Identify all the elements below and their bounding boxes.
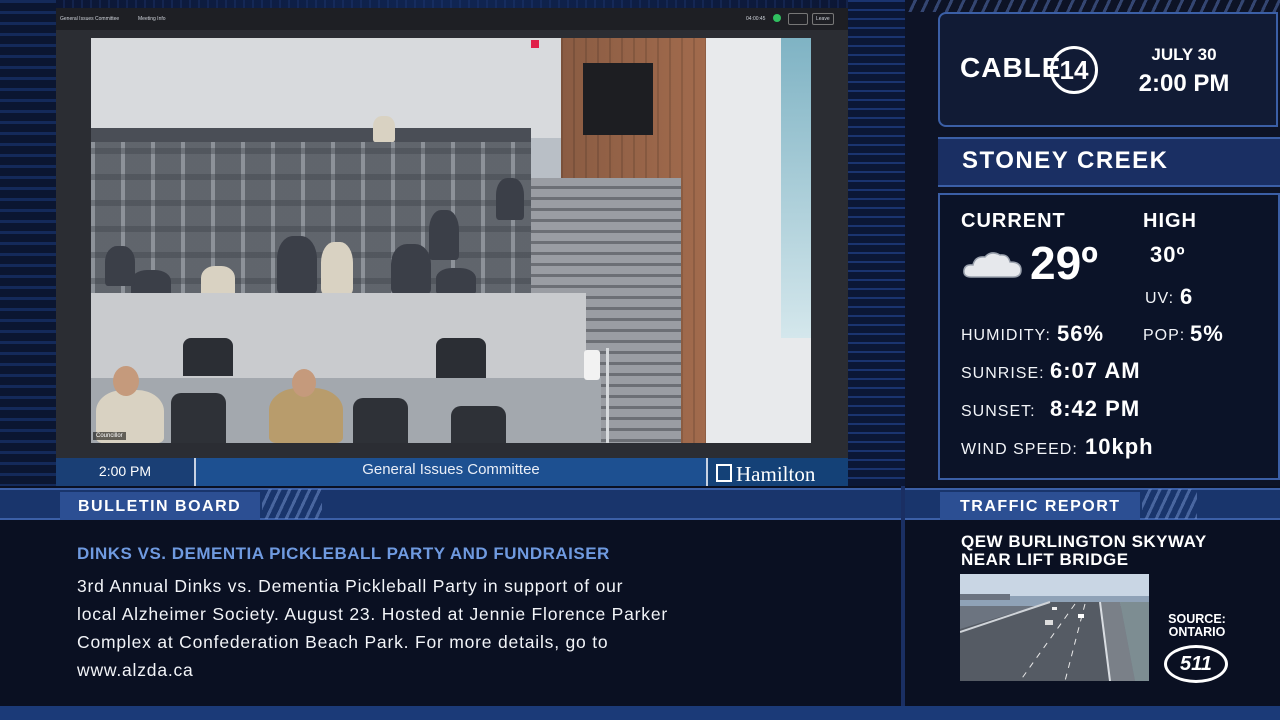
- current-label: CURRENT: [961, 210, 1066, 232]
- pop-label: POP:: [1143, 327, 1186, 344]
- lower-third-time: 2:00 PM: [56, 458, 196, 486]
- sunrise-value: 6:07 AM: [1050, 358, 1141, 383]
- traffic-source: SOURCE: ONTARIO: [1158, 613, 1236, 639]
- empty-chair: [183, 338, 233, 376]
- high-label: HIGH: [1143, 210, 1197, 232]
- highway-camera-view: [960, 574, 1149, 681]
- traffic-location-line2: NEAR LIFT BRIDGE: [961, 550, 1129, 569]
- projection-screen: [781, 38, 811, 338]
- bottom-divider: [901, 486, 905, 720]
- council-desk: [91, 378, 601, 443]
- right-decor-strip: [848, 0, 905, 486]
- council-chamber-video: Councillor: [91, 38, 811, 443]
- audience-member: [105, 246, 135, 286]
- status-dot-icon: [773, 14, 781, 22]
- channel-number: 14: [1050, 46, 1098, 94]
- meeting-info-link[interactable]: Meeting Info: [138, 16, 166, 22]
- traffic-slashes: [1142, 489, 1197, 519]
- sunset-value: 8:42 PM: [1050, 396, 1141, 421]
- sanitizer-dispenser: [584, 350, 600, 380]
- nameplate: Councillor: [93, 432, 126, 440]
- bottom-strip: [0, 706, 1280, 720]
- cloud-icon: [963, 252, 1022, 278]
- wind-value: 10kph: [1085, 434, 1154, 459]
- uv-value: 6: [1180, 284, 1194, 309]
- councillor-head: [292, 369, 316, 397]
- hamilton-crest-icon: [716, 464, 732, 482]
- wind-label: WIND SPEED:: [961, 441, 1078, 458]
- header-time: 2:00 PM: [1138, 70, 1230, 97]
- traffic-label: TRAFFIC REPORT: [960, 498, 1121, 515]
- sunrise-label: SUNRISE:: [961, 365, 1045, 382]
- audience-member: [391, 244, 431, 294]
- pop-value: 5%: [1190, 321, 1224, 346]
- councillor-head: [113, 366, 139, 396]
- ontario-511-logo: 511: [1164, 645, 1228, 683]
- meeting-window-title: General Issues Committee: [60, 16, 120, 22]
- bulletin-line: 3rd Annual Dinks vs. Dementia Pickleball…: [77, 576, 624, 596]
- right-panel-slashes: [905, 0, 1280, 12]
- weather-city: STONEY CREEK: [962, 147, 1169, 174]
- meeting-lower-third: 2:00 PM General Issues Committee Hamilto…: [56, 458, 848, 486]
- dais-wall: [91, 293, 586, 388]
- wall-tv: [583, 63, 653, 135]
- meeting-toolbar: General Issues Committee Meeting Info 04…: [56, 8, 848, 30]
- sunset-label: SUNSET:: [961, 403, 1036, 420]
- bulletin-title: DINKS VS. DEMENTIA PICKLEBALL PARTY AND …: [77, 544, 610, 563]
- bulletin-slashes: [262, 489, 322, 519]
- audience-member: [436, 268, 476, 294]
- audience-member: [201, 266, 235, 296]
- high-temp: 30º: [1150, 242, 1186, 267]
- cable-brand: CABLE: [960, 52, 1062, 83]
- empty-chair: [436, 338, 486, 380]
- bulletin-line: www.alzda.ca: [77, 660, 194, 680]
- empty-chair: [451, 406, 506, 443]
- audience-member: [496, 178, 524, 220]
- traffic-camera-image: [960, 574, 1149, 681]
- view-toggle-button[interactable]: [788, 13, 808, 25]
- bulletin-label: BULLETIN BOARD: [78, 498, 242, 515]
- meeting-clock: 04:00:45: [746, 16, 766, 22]
- audience-member: [429, 210, 459, 260]
- humidity-value: 56%: [1057, 321, 1105, 346]
- leave-button[interactable]: Leave: [812, 13, 834, 25]
- bulletin-text: 3rd Annual Dinks vs. Dementia Pickleball…: [77, 572, 837, 684]
- exit-light-icon: [531, 40, 539, 48]
- audience-member: [373, 116, 395, 142]
- hamilton-logo-text: Hamilton: [736, 462, 816, 486]
- hamilton-logo: Hamilton: [706, 458, 848, 486]
- back-wall: [91, 38, 561, 138]
- current-temp: 29º: [1030, 237, 1098, 289]
- source-name: ONTARIO: [1168, 625, 1226, 639]
- uv-label: UV:: [1145, 290, 1175, 307]
- bulletin-line: Complex at Confederation Beach Park. For…: [77, 632, 609, 652]
- traffic-location: QEW BURLINGTON SKYWAY NEAR LIFT BRIDGE: [961, 533, 1261, 569]
- empty-chair: [171, 393, 226, 443]
- meeting-video-window: General Issues Committee Meeting Info 04…: [56, 8, 848, 458]
- lower-third-committee: General Issues Committee: [362, 461, 540, 478]
- audience-member: [277, 236, 317, 294]
- humidity-label: HUMIDITY:: [961, 327, 1051, 344]
- top-row-desk: [91, 128, 531, 142]
- header-date: JULY 30: [1151, 45, 1217, 64]
- empty-chair: [353, 398, 408, 443]
- stair-railing: [606, 348, 669, 443]
- traffic-location-line1: QEW BURLINGTON SKYWAY: [961, 532, 1207, 551]
- left-decor-strip: [0, 0, 56, 486]
- bulletin-line: local Alzheimer Society. August 23. Host…: [77, 604, 669, 624]
- audience-member: [321, 242, 353, 294]
